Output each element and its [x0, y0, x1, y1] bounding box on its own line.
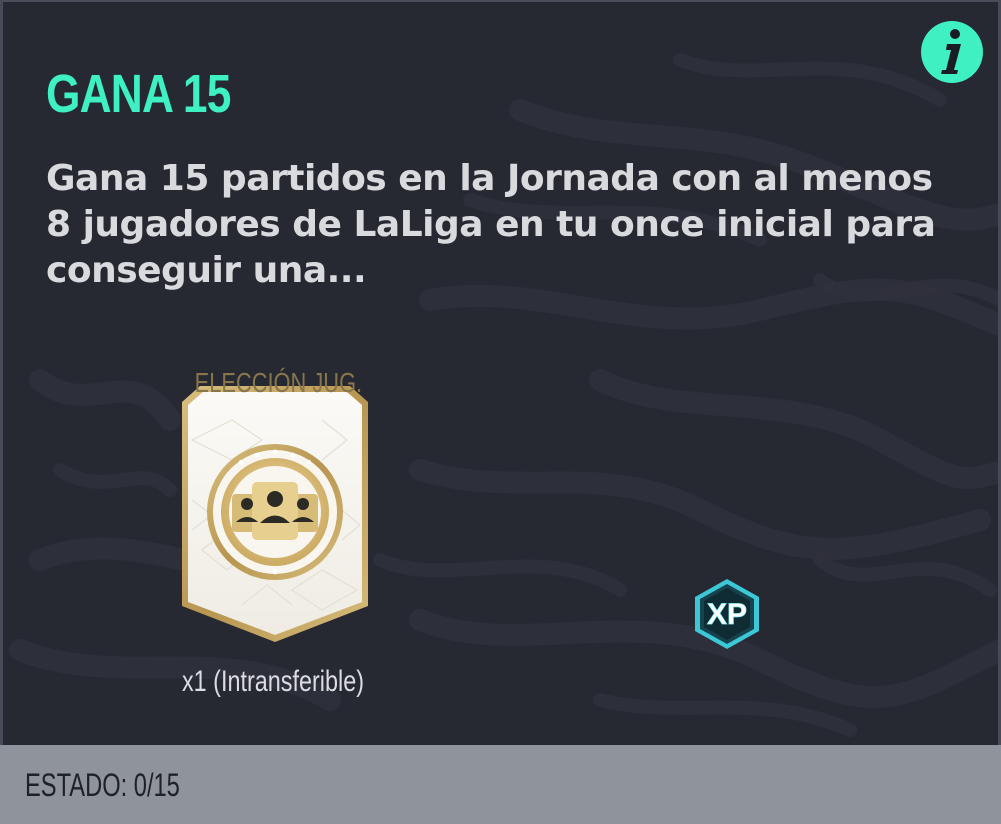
status-text: ESTADO: 0/15 [25, 767, 180, 803]
objective-title: GANA 15 [46, 64, 231, 124]
player-pick-reward[interactable]: ELECCIÓN JUG. [172, 366, 378, 646]
frame-top-border [0, 0, 1001, 2]
pack-quantity: x1 (Intransferible) [181, 665, 365, 698]
xp-label: XP [707, 598, 747, 631]
player-pick-pack-icon [182, 386, 368, 642]
info-icon[interactable] [920, 20, 984, 84]
objective-description: Gana 15 partidos en la Jornada con al me… [46, 158, 936, 291]
objective-panel: GANA 15 Gana 15 partidos en la Jornada c… [0, 0, 1001, 824]
xp-badge-icon[interactable]: XP [692, 577, 762, 651]
frame-left-border [0, 0, 3, 745]
status-bar: ESTADO: 0/15 [0, 745, 1001, 824]
pack-label: ELECCIÓN JUG. [194, 367, 363, 398]
